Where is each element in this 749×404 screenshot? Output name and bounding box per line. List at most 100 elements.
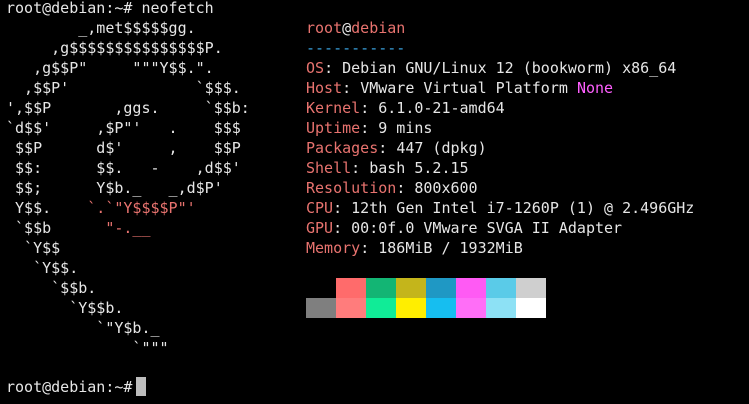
palette-swatch-bright: [486, 298, 516, 318]
info-value: VMware Virtual Platform: [360, 79, 577, 97]
logo-line: _,met$$$$$gg.: [6, 18, 250, 38]
logo-line: ,g$$P" """Y$$.".: [6, 58, 250, 78]
bottom-command-line[interactable]: root@debian:~#: [6, 377, 147, 397]
logo-line: `""": [6, 338, 250, 358]
palette-swatch-bright: [336, 298, 366, 318]
info-row: Packages: 447 (dpkg): [306, 138, 694, 158]
logo-line: `$$b "-.__: [6, 218, 250, 238]
info-colon: :: [324, 59, 343, 77]
palette-swatch-bright: [306, 298, 336, 318]
logo-line: `Y$$.: [6, 258, 250, 278]
info-row: Memory: 186MiB / 1932MiB: [306, 238, 694, 258]
palette-swatch: [486, 278, 516, 298]
logo-line: `Y$$b.: [6, 298, 250, 318]
info-value: Debian GNU/Linux 12 (bookworm) x86_64: [342, 59, 677, 77]
info-key: Shell: [306, 159, 352, 177]
info-row: Kernel: 6.1.0-21-amd64: [306, 98, 694, 118]
logo-line: $$; Y$b._ _,d$P': [6, 178, 250, 198]
system-info-panel: root@debian ----------- OS: Debian GNU/L…: [306, 18, 694, 258]
logo-line: `Y$$: [6, 238, 250, 258]
info-value: 6.1.0-21-amd64: [378, 99, 505, 117]
logo-line: `"Y$b._: [6, 318, 250, 338]
palette-swatch: [336, 278, 366, 298]
palette-swatch-bright: [366, 298, 396, 318]
info-colon: :: [360, 119, 379, 137]
info-value: 12th Gen Intel i7-1260P (1) @ 2.496GHz: [351, 199, 695, 217]
info-key: GPU: [306, 219, 334, 237]
logo-line-text: $$: $$. - ,d$$': [6, 159, 241, 177]
logo-line: ',$$P ,ggs. `$$b:: [6, 98, 250, 118]
info-value: 447 (dpkg): [396, 139, 487, 157]
info-value: 800x600: [414, 179, 478, 197]
logo-line: ,$$P' `$$$.: [6, 78, 250, 98]
info-value: 186MiB / 1932MiB: [378, 239, 523, 257]
logo-line-text: _,met$$$$$gg.: [6, 19, 196, 37]
logo-line-text: `$$b: [6, 219, 106, 237]
info-key: OS: [306, 59, 325, 77]
logo-line-text: $$P d$' , $$P: [6, 139, 241, 157]
palette-swatch-bright: [456, 298, 486, 318]
info-row: Host: VMware Virtual Platform None: [306, 78, 694, 98]
info-value: 00:0f.0 VMware SVGA II Adapter: [351, 219, 623, 237]
info-key: Packages: [306, 139, 379, 157]
logo-line-text: `Y$$.: [6, 259, 79, 277]
info-colon: :: [333, 199, 352, 217]
info-row: Resolution: 800x600: [306, 178, 694, 198]
info-row: CPU: 12th Gen Intel i7-1260P (1) @ 2.496…: [306, 198, 694, 218]
text-cursor: [136, 377, 147, 396]
palette-swatch: [396, 278, 426, 298]
command-line: root@debian:~# neofetch: [6, 0, 214, 18]
palette-swatch-bright: [426, 298, 456, 318]
info-row: OS: Debian GNU/Linux 12 (bookworm) x86_6…: [306, 58, 694, 78]
info-row: GPU: 00:0f.0 VMware SVGA II Adapter: [306, 218, 694, 238]
logo-line-text: $$; Y$b._ _,d$P': [6, 179, 223, 197]
logo-line-text: `d$$' ,$P"' . $$$: [6, 119, 241, 137]
palette-swatch: [456, 278, 486, 298]
info-key: Memory: [306, 239, 361, 257]
palette-swatch-bright: [516, 298, 546, 318]
logo-line-text: ,g$$$$$$$$$$$$$$$P.: [6, 39, 223, 57]
palette-row-bright: [306, 298, 546, 318]
info-colon: :: [333, 219, 352, 237]
typed-command: neofetch: [141, 0, 214, 17]
shell-prompt: root@debian:~#: [6, 0, 133, 17]
logo-line-accent: "-.__: [105, 219, 151, 237]
logo-line-text: ,$$P' `$$$.: [6, 79, 241, 97]
logo-line-text: `Y$$: [6, 239, 61, 257]
palette-row-normal: [306, 278, 546, 298]
info-colon: :: [378, 139, 397, 157]
info-user: root: [306, 19, 343, 37]
logo-line: `$$b.: [6, 278, 250, 298]
logo-line-text: `"Y$b._: [6, 319, 160, 337]
palette-swatch: [516, 278, 546, 298]
palette-swatch: [366, 278, 396, 298]
logo-line-text: Y$$.: [6, 199, 88, 217]
info-value-extra: None: [576, 79, 614, 97]
terminal-window[interactable]: root@debian:~# neofetch _,met$$$$$gg. ,g…: [0, 0, 749, 404]
logo-line: $$: $$. - ,d$$': [6, 158, 250, 178]
logo-line-text: ,g$$P" """Y$$.".: [6, 59, 214, 77]
info-row: Shell: bash 5.2.15: [306, 158, 694, 178]
logo-line-text: `Y$$b.: [6, 299, 124, 317]
info-colon: :: [360, 239, 379, 257]
info-colon: :: [396, 179, 415, 197]
info-row: Uptime: 9 mins: [306, 118, 694, 138]
palette-swatch-bright: [396, 298, 426, 318]
info-title: root@debian: [306, 18, 694, 38]
info-key: Host: [306, 79, 343, 97]
info-at: @: [342, 19, 352, 37]
palette-swatch: [426, 278, 456, 298]
palette-swatch: [306, 278, 336, 298]
logo-line: ,g$$$$$$$$$$$$$$$P.: [6, 38, 250, 58]
info-key: Resolution: [306, 179, 397, 197]
info-colon: :: [351, 159, 370, 177]
logo-line-text: `$$b.: [6, 279, 97, 297]
info-separator: -----------: [306, 39, 406, 57]
logo-line-text: ',$$P ,ggs. `$$b:: [6, 99, 250, 117]
logo-line: Y$$. `.`"Y$$$$P"': [6, 198, 250, 218]
bottom-shell-prompt: root@debian:~#: [6, 378, 133, 396]
logo-line: `d$$' ,$P"' . $$$: [6, 118, 250, 138]
color-palette: [306, 278, 546, 318]
info-key: Kernel: [306, 99, 361, 117]
logo-line-accent: `.`"Y$$$$P"': [87, 199, 196, 217]
